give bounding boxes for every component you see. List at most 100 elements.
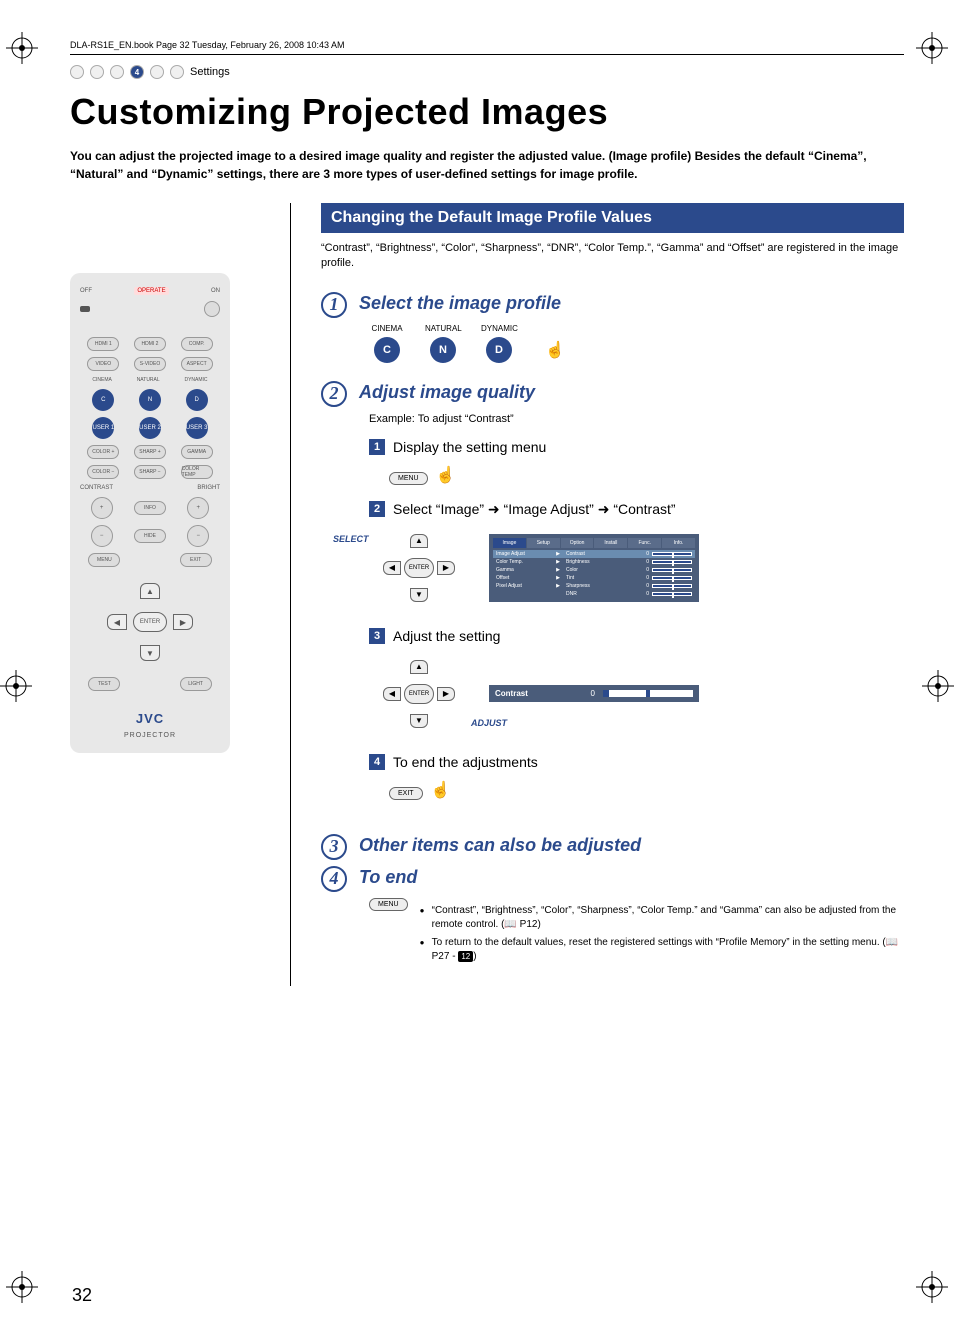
- remote-hdmi2-button[interactable]: HDMI 2: [134, 337, 166, 351]
- enter-button[interactable]: ENTER: [404, 684, 434, 704]
- remote-light-button[interactable]: LIGHT: [180, 677, 212, 691]
- osd-left-item[interactable]: Gamma▶: [493, 566, 563, 574]
- remote-dpad-up[interactable]: ▲: [140, 583, 160, 599]
- menu-button-icon[interactable]: MENU: [389, 472, 428, 485]
- osd-right-item[interactable]: DNR0: [563, 590, 695, 598]
- substep-2-badge: 2: [369, 501, 385, 517]
- remote-svideo-button[interactable]: S-VIDEO: [134, 357, 166, 371]
- osd-left-item[interactable]: Pixel Adjust▶: [493, 582, 563, 590]
- remote-colortemp-button[interactable]: COLOR TEMP: [181, 465, 213, 479]
- remote-comp-button[interactable]: COMP.: [181, 337, 213, 351]
- example-text: Example: To adjust “Contrast”: [369, 413, 904, 425]
- dpad-right[interactable]: ▶: [437, 561, 455, 575]
- osd-left-item[interactable]: Offset▶: [493, 574, 563, 582]
- remote-hdmi1-button[interactable]: HDMI 1: [87, 337, 119, 351]
- remote-aspect-button[interactable]: ASPECT: [181, 357, 213, 371]
- osd-tab-option[interactable]: Option: [561, 538, 594, 548]
- cinema-label: CINEMA: [369, 324, 405, 333]
- select-dpad: SELECT ▲ ▼ ◀ ▶ ENTER: [379, 528, 459, 608]
- remote-natural-label: NATURAL: [137, 377, 160, 383]
- remote-dynamic-button[interactable]: D: [186, 389, 208, 411]
- remote-user3-button[interactable]: USER 3: [186, 417, 208, 439]
- remote-colorp-button[interactable]: COLOR +: [87, 445, 119, 459]
- remote-menu-button[interactable]: MENU: [88, 553, 120, 567]
- nav-dot: [90, 65, 104, 79]
- remote-power-button[interactable]: [204, 301, 220, 317]
- select-label: SELECT: [333, 534, 369, 544]
- osd-right-item[interactable]: Color0: [563, 566, 695, 574]
- substep-3-text: Adjust the setting: [393, 628, 500, 644]
- osd-tab-func[interactable]: Func.: [628, 538, 661, 548]
- menu-button-icon[interactable]: MENU: [369, 898, 408, 911]
- step-3: 3 Other items can also be adjusted: [321, 834, 904, 860]
- enter-button[interactable]: ENTER: [404, 558, 434, 578]
- remote-user1-button[interactable]: USER 1: [92, 417, 114, 439]
- remote-dpad: ▲ ▼ ◀ ▶ ENTER: [105, 577, 195, 667]
- step-1-title: Select the image profile: [359, 293, 561, 314]
- natural-button[interactable]: N: [430, 337, 456, 363]
- osd-tab-info[interactable]: Info.: [662, 538, 695, 548]
- step-1: 1 Select the image profile: [321, 292, 904, 318]
- remote-user2-button[interactable]: USER 2: [139, 417, 161, 439]
- dpad-left[interactable]: ◀: [383, 687, 401, 701]
- remote-enter-button[interactable]: ENTER: [133, 612, 167, 632]
- remote-bright-label: BRIGHT: [197, 485, 220, 491]
- remote-bright-minus[interactable]: −: [187, 525, 209, 547]
- adjust-slider[interactable]: [603, 690, 693, 697]
- remote-sublabel: PROJECTOR: [124, 732, 176, 739]
- cinema-button[interactable]: C: [374, 337, 400, 363]
- remote-colorm-button[interactable]: COLOR −: [87, 465, 119, 479]
- step-3-title: Other items can also be adjusted: [359, 835, 641, 856]
- adjust-bar-label: Contrast: [495, 689, 528, 698]
- remote-dpad-down[interactable]: ▼: [140, 645, 160, 661]
- remote-dynamic-label: DYNAMIC: [184, 377, 207, 383]
- osd-left-item[interactable]: Color Temp.▶: [493, 558, 563, 566]
- remote-dpad-right[interactable]: ▶: [173, 614, 193, 630]
- osd-left-item[interactable]: Image Adjust▶: [493, 550, 563, 558]
- remote-video-button[interactable]: VIDEO: [87, 357, 119, 371]
- osd-right-item[interactable]: Contrast0: [563, 550, 695, 558]
- nav-dot: [70, 65, 84, 79]
- remote-bright-plus[interactable]: +: [187, 497, 209, 519]
- dynamic-button[interactable]: D: [486, 337, 512, 363]
- remote-operate-label: OPERATE: [134, 287, 168, 295]
- remote-contrast-minus[interactable]: −: [91, 525, 113, 547]
- hand-cursor-icon: ☝: [431, 780, 451, 800]
- remote-exit-button[interactable]: EXIT: [180, 553, 212, 567]
- osd-right-item[interactable]: Sharpness0: [563, 582, 695, 590]
- step-2: 2 Adjust image quality: [321, 381, 904, 407]
- exit-button-icon[interactable]: EXIT: [389, 787, 423, 800]
- dpad-up[interactable]: ▲: [410, 660, 428, 674]
- remote-cinema-button[interactable]: C: [92, 389, 114, 411]
- remote-contrast-plus[interactable]: +: [91, 497, 113, 519]
- nav-dot: [110, 65, 124, 79]
- remote-info-button[interactable]: INFO: [134, 501, 166, 515]
- osd-tab-setup[interactable]: Setup: [527, 538, 560, 548]
- header-rule: [70, 54, 904, 55]
- dpad-left[interactable]: ◀: [383, 561, 401, 575]
- remote-hide-button[interactable]: HIDE: [134, 529, 166, 543]
- remote-natural-button[interactable]: N: [139, 389, 161, 411]
- osd-right-item[interactable]: Brightness0: [563, 558, 695, 566]
- dpad-down[interactable]: ▼: [410, 714, 428, 728]
- adjust-label: ADJUST: [471, 718, 507, 728]
- remote-sharpm-button[interactable]: SHARP −: [134, 465, 166, 479]
- dpad-down[interactable]: ▼: [410, 588, 428, 602]
- remote-illustration: OFF OPERATE ON HDMI 1 HDMI 2 COMP. VIDEO S-VI…: [70, 273, 230, 753]
- osd-tab-install[interactable]: Install: [594, 538, 627, 548]
- remote-off-label: OFF: [80, 288, 92, 294]
- remote-test-button[interactable]: TEST: [88, 677, 120, 691]
- remote-dpad-left[interactable]: ◀: [107, 614, 127, 630]
- osd-tab-image[interactable]: Image: [493, 538, 526, 548]
- step-3-badge: 3: [321, 834, 347, 860]
- osd-right-item[interactable]: Tint0: [563, 574, 695, 582]
- step-4-title: To end: [359, 867, 417, 888]
- adjust-bar-value: 0: [591, 689, 595, 698]
- dpad-right[interactable]: ▶: [437, 687, 455, 701]
- page-title: Customizing Projected Images: [70, 91, 904, 133]
- nav-dot: [170, 65, 184, 79]
- remote-sharpp-button[interactable]: SHARP +: [134, 445, 166, 459]
- remote-gamma-button[interactable]: GAMMA: [181, 445, 213, 459]
- dpad-up[interactable]: ▲: [410, 534, 428, 548]
- remote-on-label: ON: [211, 288, 220, 294]
